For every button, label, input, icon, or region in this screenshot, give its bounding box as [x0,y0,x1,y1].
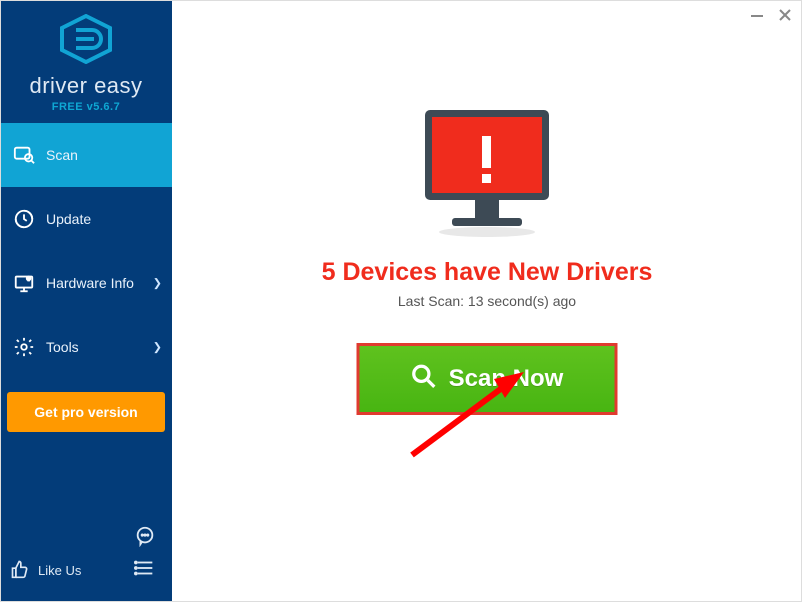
scan-now-button[interactable]: Scan Now [357,343,618,415]
hardware-info-icon: i [12,271,36,295]
sidebar-item-label: Hardware Info [46,275,134,291]
app-version-text: FREE v5.6.7 [0,101,172,113]
sidebar-item-scan[interactable]: Scan [0,123,172,187]
get-pro-button[interactable]: Get pro version [7,392,165,432]
close-button[interactable] [778,8,792,27]
chevron-right-icon: ❯ [153,341,162,354]
sidebar-bottom: Like Us [0,532,172,602]
sidebar-item-label: Scan [46,147,78,163]
minimize-button[interactable] [750,8,764,27]
sidebar-nav: Scan Update i H [0,123,172,379]
alert-monitor-icon [412,106,562,243]
app-logo-icon [58,14,114,69]
scan-icon [12,143,36,167]
logo-area: driver easy FREE v5.6.7 [0,0,172,123]
svg-text:i: i [28,277,29,282]
sidebar-item-label: Tools [46,339,79,355]
scan-now-label: Scan Now [449,365,564,393]
sidebar-item-hardware-info[interactable]: i Hardware Info ❯ [0,251,172,315]
main-area: 5 Devices have New Drivers Last Scan: 13… [172,0,802,602]
sidebar-item-tools[interactable]: Tools ❯ [0,315,172,379]
sidebar: driver easy FREE v5.6.7 Scan U [0,0,172,602]
like-us-button[interactable]: Like Us [10,559,81,582]
feedback-icon[interactable] [134,525,156,552]
update-icon [12,207,36,231]
last-scan-text: Last Scan: 13 second(s) ago [172,293,802,309]
like-us-label: Like Us [38,563,81,578]
app-brand-text: driver easy [0,73,172,99]
sidebar-item-label: Update [46,211,91,227]
thumbs-up-icon [10,559,30,582]
window-controls [750,8,792,27]
sidebar-item-update[interactable]: Update [0,187,172,251]
menu-icon[interactable] [134,557,156,584]
scan-result-headline: 5 Devices have New Drivers [172,258,802,287]
chevron-right-icon: ❯ [153,277,162,290]
tools-icon [12,335,36,359]
search-icon [411,363,437,396]
